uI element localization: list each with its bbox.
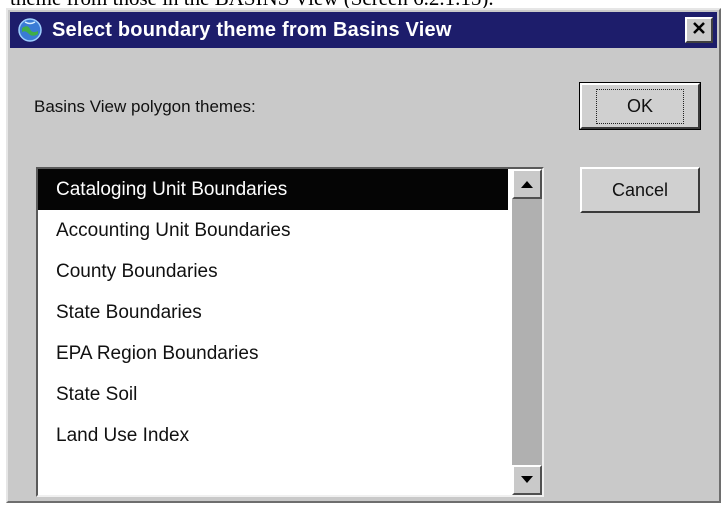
close-button[interactable] — [685, 17, 713, 43]
list-item[interactable]: County Boundaries — [38, 251, 508, 292]
arrow-up-icon — [521, 175, 533, 193]
themes-list-label: Basins View polygon themes: — [34, 97, 256, 116]
scroll-down-button[interactable] — [512, 465, 542, 495]
document-caption: theme from those in the BASINS View (Scr… — [0, 0, 727, 8]
ok-button-label: OK — [595, 88, 684, 124]
list-item[interactable]: State Soil — [38, 374, 508, 415]
list-item[interactable]: Cataloging Unit Boundaries — [38, 169, 508, 210]
vertical-scrollbar[interactable] — [512, 169, 542, 495]
list-item[interactable]: State Boundaries — [38, 292, 508, 333]
close-icon — [691, 20, 707, 41]
list-item[interactable]: EPA Region Boundaries — [38, 333, 508, 374]
list-item[interactable]: Land Use Index — [38, 415, 508, 456]
list-items: Cataloging Unit Boundaries Accounting Un… — [38, 169, 508, 456]
globe-icon — [16, 16, 44, 44]
titlebar[interactable]: Select boundary theme from Basins View — [10, 12, 717, 48]
select-boundary-dialog: Select boundary theme from Basins View B… — [6, 8, 721, 503]
cancel-button-label: Cancel — [611, 179, 669, 200]
window-title: Select boundary theme from Basins View — [52, 18, 452, 41]
cancel-button[interactable]: Cancel — [580, 167, 700, 213]
polygon-themes-listbox[interactable]: Cataloging Unit Boundaries Accounting Un… — [36, 167, 544, 497]
scroll-up-button[interactable] — [512, 169, 542, 199]
ok-button[interactable]: OK — [579, 82, 701, 130]
arrow-down-icon — [521, 471, 533, 489]
list-item[interactable]: Accounting Unit Boundaries — [38, 210, 508, 251]
